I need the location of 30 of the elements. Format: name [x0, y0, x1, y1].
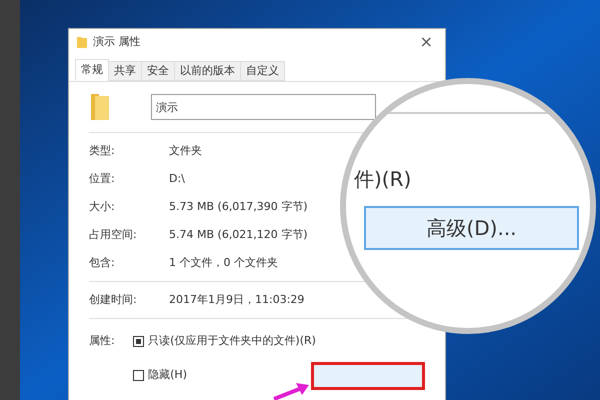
tab[interactable]: 以前的版本 — [175, 61, 241, 81]
property-label: 占用空间: — [89, 226, 138, 243]
checkbox-label: 只读(仅应用于文件夹中的文件)(R) — [148, 333, 316, 349]
property-value: 2017年1月9日，11:03:29 — [169, 292, 304, 308]
property-label: 包含: — [89, 254, 116, 271]
property-value: 文件夹 — [169, 142, 202, 159]
property-value: 5.73 MB (6,017,390 字节) — [169, 198, 308, 215]
property-value: D:\ — [169, 170, 185, 187]
property-label: 大小: — [89, 198, 116, 215]
property-label: 创建时间: — [89, 292, 138, 308]
tab[interactable]: 常规 — [75, 59, 109, 81]
folder-icon — [77, 36, 87, 48]
property-label: 位置: — [89, 170, 116, 187]
property-label: 类型: — [89, 142, 116, 159]
arrow-icon — [272, 382, 310, 400]
window-title: 演示 属性 — [93, 34, 142, 50]
property-label: 属性: — [89, 333, 116, 349]
tab[interactable]: 安全 — [142, 61, 175, 81]
tab[interactable]: 自定义 — [241, 61, 285, 81]
tab[interactable]: 共享 — [109, 61, 142, 81]
advanced-button[interactable] — [311, 362, 425, 390]
checkbox[interactable] — [133, 336, 144, 347]
magnified-text: 件)(R) — [354, 166, 412, 193]
property-value: 5.74 MB (6,021,120 字节) — [169, 226, 308, 243]
checkbox[interactable] — [133, 370, 144, 381]
close-button[interactable]: × — [416, 34, 437, 50]
advanced-button[interactable]: 高级(D)... — [364, 206, 579, 250]
property-value: 1 个文件，0 个文件夹 — [169, 254, 278, 271]
folder-icon — [89, 92, 111, 122]
checkbox-label: 隐藏(H) — [148, 367, 187, 384]
